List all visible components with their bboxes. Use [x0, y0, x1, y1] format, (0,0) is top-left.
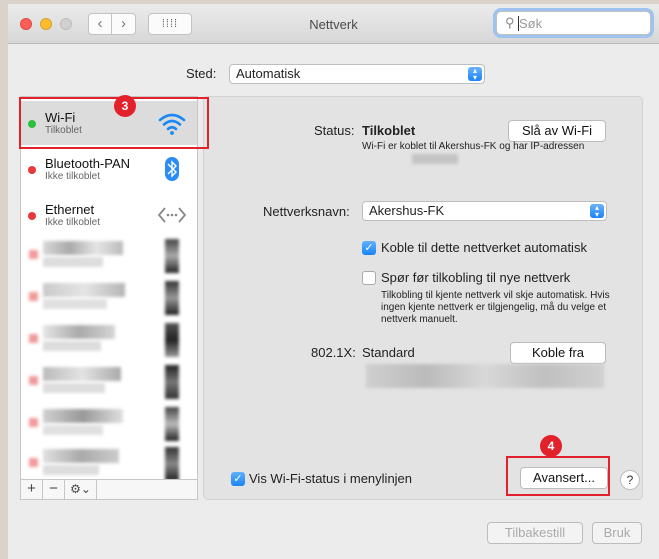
- search-placeholder: Søk: [519, 16, 543, 31]
- disconnect-button[interactable]: Koble fra: [510, 342, 606, 364]
- network-name-label: Nettverksnavn:: [263, 204, 350, 219]
- network-status: Ikke tilkoblet: [45, 217, 101, 228]
- show-wifi-status-label: Vis Wi-Fi-status i menylinjen: [249, 471, 413, 486]
- updown-arrows-icon: ▴ ▾: [590, 204, 604, 219]
- title-bar: ‹ › ⁞⁞⁞⁞ Nettverk ⚲ Søk: [8, 4, 659, 44]
- redacted-network-item[interactable]: [21, 319, 197, 361]
- search-input[interactable]: ⚲ Søk: [496, 11, 651, 35]
- network-service-list: Wi-Fi Tilkoblet Bluetooth-PAN Ikke tilko…: [20, 96, 198, 480]
- auto-join-checkbox[interactable]: ✓: [362, 241, 376, 255]
- ask-join-checkbox[interactable]: [362, 271, 376, 285]
- location-label: Sted:: [186, 66, 217, 81]
- dot1x-value: Standard: [362, 345, 415, 360]
- status-label: Status:: [314, 123, 355, 138]
- status-dot-disconnected: [28, 166, 36, 174]
- revert-button[interactable]: Tilbakestill: [487, 522, 583, 544]
- redacted-ip-address: [412, 154, 458, 164]
- gear-menu-button[interactable]: ⚙⌄: [65, 480, 97, 499]
- help-button[interactable]: ?: [620, 470, 640, 490]
- show-wifi-status-checkbox[interactable]: ✓: [231, 472, 245, 486]
- network-name-value: Akershus-FK: [369, 203, 445, 218]
- annotation-box-advanced: [506, 456, 610, 496]
- status-dot-disconnected: [28, 212, 36, 220]
- redacted-details: [366, 364, 604, 388]
- network-name: Ethernet: [45, 202, 95, 217]
- annotation-number-3: 3: [114, 95, 136, 117]
- dot1x-label: 802.1X:: [311, 345, 356, 360]
- apply-button[interactable]: Bruk: [592, 522, 642, 544]
- location-select[interactable]: Automatisk ▴ ▾: [229, 64, 485, 84]
- ask-join-label: Spør før tilkobling til nye nettverk: [381, 270, 571, 285]
- checkmark-icon: ✓: [233, 473, 243, 485]
- ask-join-help-text: Tilkobling til kjente nettverk vil skje …: [381, 290, 610, 325]
- network-item-bluetooth-pan[interactable]: Bluetooth-PAN Ikke tilkoblet: [21, 147, 197, 191]
- redacted-network-item[interactable]: [21, 443, 197, 479]
- redacted-network-item[interactable]: [21, 235, 197, 277]
- bluetooth-icon: [165, 157, 179, 181]
- status-description: Wi-Fi er koblet til Akershus-FK og har I…: [362, 141, 585, 152]
- auto-join-label: Koble til dette nettverket automatisk: [381, 240, 587, 255]
- status-value: Tilkoblet: [362, 123, 416, 138]
- updown-arrows-icon: ▴ ▾: [468, 67, 482, 82]
- ethernet-icon: [157, 207, 187, 223]
- search-icon: ⚲: [505, 15, 515, 30]
- location-value: Automatisk: [236, 66, 301, 81]
- redacted-network-item[interactable]: [21, 277, 197, 319]
- checkmark-icon: ✓: [364, 242, 374, 254]
- add-service-button[interactable]: +: [21, 480, 43, 499]
- remove-service-button[interactable]: −: [43, 480, 65, 499]
- redacted-network-item[interactable]: [21, 403, 197, 445]
- network-item-ethernet[interactable]: Ethernet Ikke tilkoblet: [21, 193, 197, 237]
- network-name: Bluetooth-PAN: [45, 156, 131, 171]
- network-name-select[interactable]: Akershus-FK ▴ ▾: [362, 201, 607, 221]
- turn-off-wifi-button[interactable]: Slå av Wi-Fi: [508, 120, 606, 142]
- redacted-network-item[interactable]: [21, 361, 197, 403]
- annotation-number-4: 4: [540, 435, 562, 457]
- sidebar-toolbar: + − ⚙⌄: [20, 480, 198, 500]
- network-status: Ikke tilkoblet: [45, 171, 101, 182]
